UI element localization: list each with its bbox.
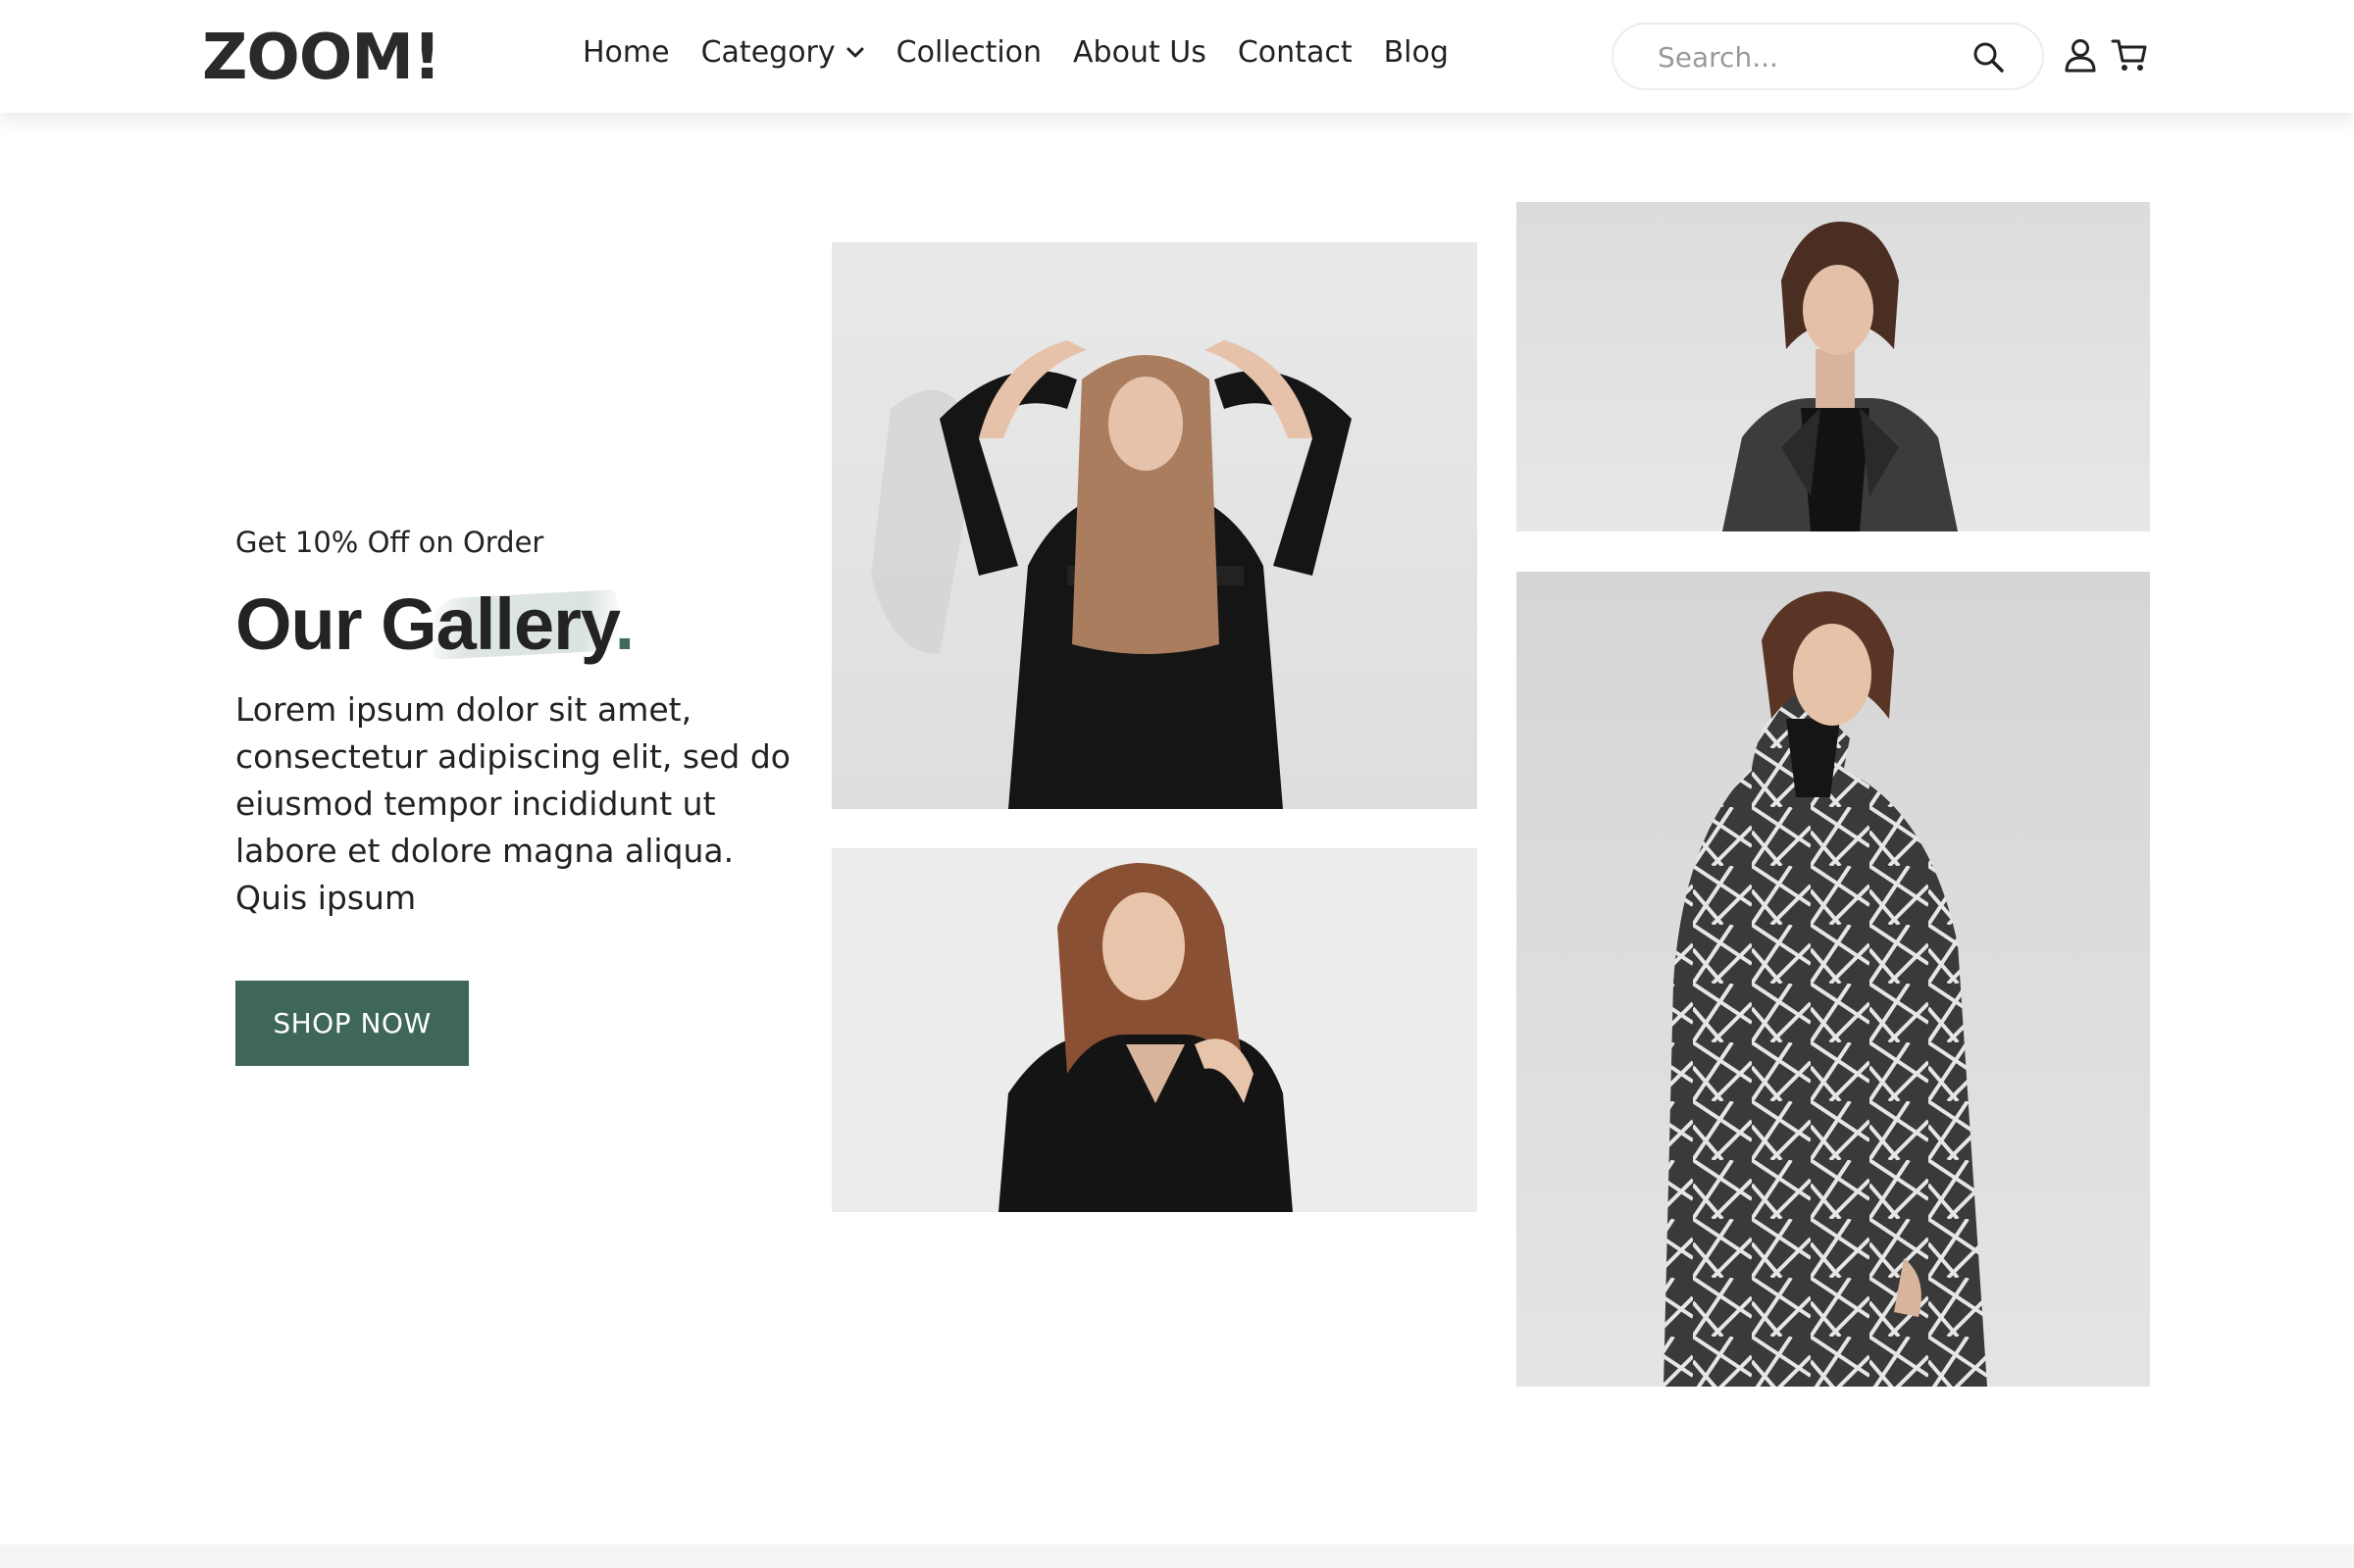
- search-icon[interactable]: [1971, 40, 2005, 77]
- page-title-text: Our Gallery: [235, 583, 616, 665]
- heading-wrap: Our Gallery.: [235, 582, 636, 666]
- site-header: ZOOM! Home Category Collection About Us …: [0, 0, 2354, 113]
- woman-patterned-coat-image: [1663, 591, 1987, 1387]
- promo-text: Get 10% Off on Order: [235, 526, 544, 559]
- nav-contact[interactable]: Contact: [1238, 35, 1353, 70]
- search-input[interactable]: [1658, 38, 1952, 76]
- main-nav: Home Category Collection About Us Contac…: [583, 35, 1480, 70]
- nav-home[interactable]: Home: [583, 35, 670, 70]
- chevron-down-icon: [845, 46, 865, 60]
- gallery-photo-1[interactable]: [832, 242, 1477, 809]
- nav-category-label: Category: [700, 35, 836, 70]
- logo[interactable]: ZOOM!: [202, 22, 441, 94]
- gallery-photo-3[interactable]: [832, 848, 1477, 1212]
- nav-blog[interactable]: Blog: [1384, 35, 1449, 70]
- page-title: Our Gallery.: [235, 582, 636, 666]
- cart-icon[interactable]: [2111, 37, 2148, 76]
- nav-about-us[interactable]: About Us: [1073, 35, 1206, 70]
- gallery-photo-2[interactable]: [1516, 202, 2150, 531]
- woman-gray-blazer-image: [1722, 222, 1958, 531]
- search-box: [1612, 23, 2044, 90]
- woman-black-blouse-image: [998, 863, 1293, 1212]
- woman-black-dress-image: [871, 340, 1352, 809]
- shop-now-button[interactable]: SHOP NOW: [235, 981, 469, 1066]
- page: ZOOM! Home Category Collection About Us …: [0, 0, 2354, 1568]
- user-icon[interactable]: [2063, 37, 2098, 76]
- nav-collection[interactable]: Collection: [896, 35, 1042, 70]
- footer-band: [0, 1544, 2354, 1568]
- gallery-photo-4[interactable]: [1516, 572, 2150, 1387]
- nav-category[interactable]: Category: [701, 35, 865, 70]
- title-accent-dot: .: [614, 583, 636, 665]
- hero-description: Lorem ipsum dolor sit amet, consectetur …: [235, 690, 791, 917]
